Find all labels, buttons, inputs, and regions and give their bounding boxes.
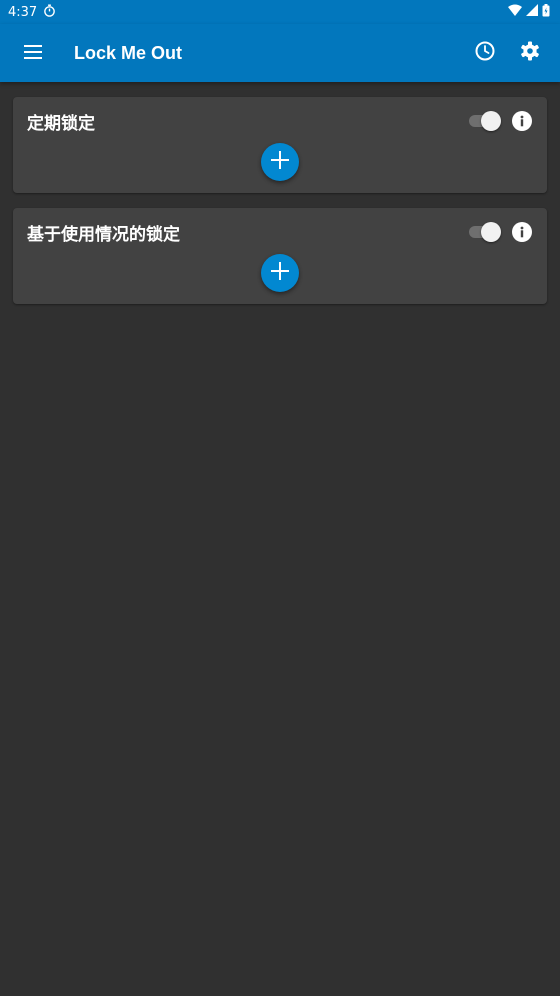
history-button[interactable] bbox=[468, 36, 502, 70]
schedule-lock-card: 定期锁定 bbox=[13, 97, 547, 193]
toggle-thumb bbox=[481, 111, 501, 131]
schedule-lock-toggle[interactable] bbox=[469, 111, 501, 131]
settings-button[interactable] bbox=[513, 36, 547, 70]
app-bar: Lock Me Out bbox=[0, 24, 560, 82]
cell-signal-icon bbox=[526, 4, 538, 20]
card-title: 定期锁定 bbox=[27, 114, 95, 134]
content: 定期锁定 基于使用情况的锁定 bbox=[13, 97, 547, 319]
plus-icon bbox=[271, 151, 289, 173]
usage-lock-card: 基于使用情况的锁定 bbox=[13, 208, 547, 304]
menu-icon bbox=[24, 44, 42, 63]
info-icon bbox=[516, 223, 528, 242]
usage-lock-toggle[interactable] bbox=[469, 222, 501, 242]
info-icon bbox=[516, 112, 528, 131]
status-time: 4:37 bbox=[8, 4, 38, 20]
usage-info-button[interactable] bbox=[512, 222, 532, 242]
history-icon bbox=[475, 41, 495, 65]
settings-icon bbox=[520, 41, 540, 65]
status-bar: 4:37 bbox=[0, 0, 560, 24]
stopwatch-icon bbox=[43, 3, 56, 21]
plus-icon bbox=[271, 262, 289, 284]
wifi-icon bbox=[508, 4, 522, 20]
card-title: 基于使用情况的锁定 bbox=[27, 225, 180, 245]
schedule-info-button[interactable] bbox=[512, 111, 532, 131]
add-usage-button[interactable] bbox=[261, 254, 299, 292]
toggle-thumb bbox=[481, 222, 501, 242]
add-schedule-button[interactable] bbox=[261, 143, 299, 181]
app-title: Lock Me Out bbox=[74, 42, 183, 63]
menu-button[interactable] bbox=[16, 36, 50, 70]
battery-icon bbox=[542, 3, 550, 21]
